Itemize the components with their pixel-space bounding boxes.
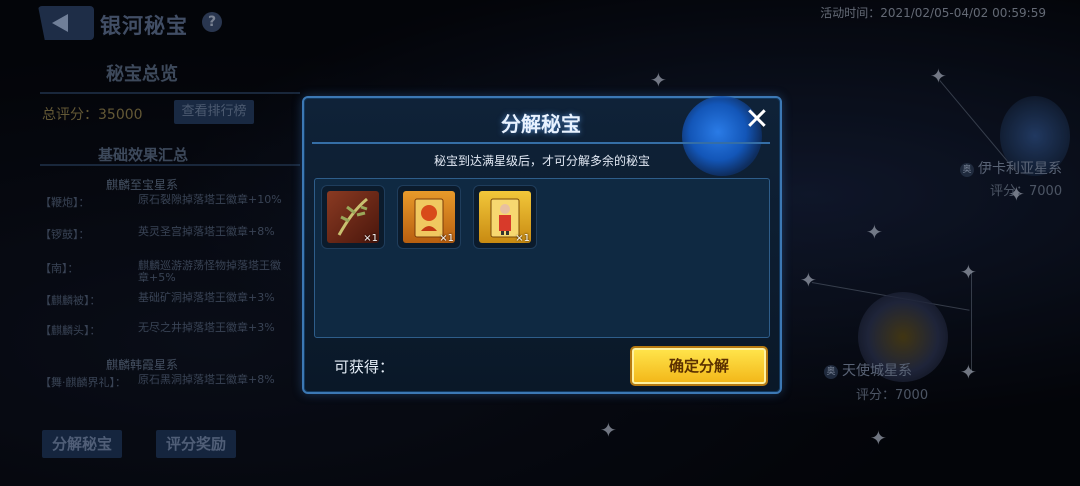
decompose-treasure-dialog: 分解秘宝 ✕ 秘宝到达满星级后，才可分解多余的秘宝 ×1 ×1 ×1 可获得： … <box>302 96 782 394</box>
reward-label: 可获得： <box>334 358 395 376</box>
dialog-hint: 秘宝到达满星级后，才可分解多余的秘宝 <box>433 154 650 168</box>
item-slot[interactable]: ×1 <box>473 185 537 249</box>
item-quantity: ×1 <box>439 233 454 244</box>
dialog-title: 分解秘宝 <box>501 112 581 136</box>
close-button[interactable]: ✕ <box>742 105 772 136</box>
close-icon: ✕ <box>744 102 770 137</box>
item-slot[interactable]: ×1 <box>397 185 461 249</box>
dialog-header: 分解秘宝 <box>312 96 770 176</box>
divider <box>312 142 770 144</box>
item-quantity: ×1 <box>515 233 530 244</box>
item-list: ×1 ×1 ×1 <box>314 178 770 338</box>
item-quantity: ×1 <box>363 233 378 244</box>
item-slot[interactable]: ×1 <box>321 185 385 249</box>
confirm-decompose-button[interactable]: 确定分解 <box>632 348 766 384</box>
